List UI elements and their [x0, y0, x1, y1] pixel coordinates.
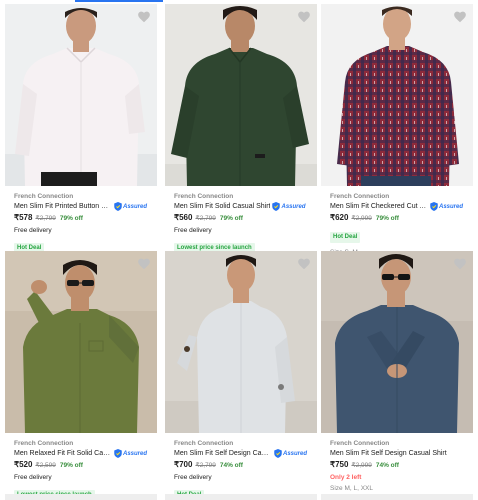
- product-brand: French Connection: [174, 440, 234, 447]
- product-brand: French Connection: [330, 193, 390, 200]
- assured-badge: Assured: [274, 449, 307, 459]
- model-photo: [321, 4, 473, 186]
- delivery-info: Free delivery: [14, 474, 52, 481]
- model-photo: [321, 251, 473, 433]
- wishlist-heart-icon[interactable]: [453, 257, 467, 271]
- assured-shield-icon: [114, 202, 122, 211]
- wishlist-heart-icon[interactable]: [297, 257, 311, 271]
- wishlist-heart-icon[interactable]: [137, 257, 151, 271]
- model-photo: [5, 4, 157, 186]
- product-price: ₹520: [14, 460, 33, 469]
- next-product-image-peek: [165, 494, 317, 500]
- product-brand: French Connection: [174, 193, 234, 200]
- product-discount: 79% off: [59, 462, 83, 469]
- wishlist-heart-icon[interactable]: [137, 10, 151, 24]
- product-image[interactable]: [321, 4, 473, 186]
- product-mrp: ₹2,999: [351, 462, 372, 469]
- wishlist-heart-icon[interactable]: [453, 10, 467, 24]
- product-mrp: ₹2,999: [351, 215, 372, 222]
- product-card[interactable]: French Connection Men Slim Fit Printed B…: [5, 4, 157, 254]
- product-price: ₹700: [174, 460, 193, 469]
- wishlist-heart-icon[interactable]: [297, 10, 311, 24]
- product-title[interactable]: Men Slim Fit Printed Button Dow...: [14, 201, 112, 212]
- product-price: ₹560: [174, 213, 193, 222]
- stock-warning: Only 2 left: [330, 474, 362, 481]
- product-mrp: ₹2,799: [195, 215, 216, 222]
- product-price: ₹620: [330, 213, 349, 222]
- next-product-image-peek: [321, 494, 473, 500]
- deal-badge: Hot Deal: [330, 231, 361, 243]
- product-image[interactable]: [165, 251, 317, 433]
- assured-label: Assured: [281, 203, 306, 210]
- assured-label: Assured: [283, 450, 308, 457]
- size-info: Size M, L, XXL: [330, 485, 373, 492]
- product-card[interactable]: French Connection Men Relaxed Fit Fit So…: [5, 251, 157, 500]
- assured-shield-icon: [274, 449, 282, 458]
- assured-badge: Assured: [430, 202, 463, 212]
- product-brand: French Connection: [14, 193, 74, 200]
- product-discount: 79% off: [219, 215, 243, 222]
- assured-label: Assured: [123, 450, 148, 457]
- delivery-info: Free delivery: [174, 227, 212, 234]
- product-title[interactable]: Men Slim Fit Solid Casual Shirt: [174, 201, 270, 212]
- assured-shield-icon: [272, 202, 281, 211]
- product-mrp: ₹2,799: [195, 462, 216, 469]
- product-title[interactable]: Men Relaxed Fit Fit Solid Casual ...: [14, 448, 112, 459]
- assured-badge: Assured: [114, 449, 147, 459]
- model-photo: [165, 251, 317, 433]
- assured-label: Assured: [439, 203, 464, 210]
- assured-label: Assured: [123, 203, 148, 210]
- product-title[interactable]: Men Slim Fit Checkered Cut Awa...: [330, 201, 428, 212]
- product-card[interactable]: French Connection Men Slim Fit Self Desi…: [321, 251, 473, 494]
- product-mrp: ₹2,799: [35, 215, 56, 222]
- assured-badge: Assured: [114, 202, 147, 212]
- product-card[interactable]: French Connection Men Slim Fit Checkered…: [321, 4, 473, 258]
- product-image[interactable]: [5, 4, 157, 186]
- model-photo: [165, 4, 317, 186]
- product-brand: French Connection: [330, 440, 390, 447]
- product-image[interactable]: [165, 4, 317, 186]
- product-price: ₹750: [330, 460, 349, 469]
- product-discount: 74% off: [375, 462, 399, 469]
- product-title[interactable]: Men Slim Fit Self Design Casual ...: [174, 448, 272, 459]
- product-card[interactable]: French Connection Men Slim Fit Self Desi…: [165, 251, 317, 500]
- assured-badge: Assured: [272, 202, 306, 212]
- product-card[interactable]: French Connection Men Slim Fit Solid Cas…: [165, 4, 317, 254]
- product-discount: 79% off: [59, 215, 83, 222]
- delivery-info: Free delivery: [14, 227, 52, 234]
- product-brand: French Connection: [14, 440, 74, 447]
- product-price: ₹578: [14, 213, 33, 222]
- next-product-image-peek: [5, 494, 157, 500]
- assured-shield-icon: [114, 449, 122, 458]
- active-tab-indicator: [75, 0, 163, 2]
- product-title[interactable]: Men Slim Fit Self Design Casual Shirt: [330, 448, 447, 459]
- delivery-info: Free delivery: [174, 474, 212, 481]
- product-mrp: ₹2,599: [35, 462, 56, 469]
- product-image[interactable]: [321, 251, 473, 433]
- product-image[interactable]: [5, 251, 157, 433]
- model-photo: [5, 251, 157, 433]
- product-discount: 79% off: [375, 215, 399, 222]
- assured-shield-icon: [430, 202, 438, 211]
- product-discount: 74% off: [219, 462, 243, 469]
